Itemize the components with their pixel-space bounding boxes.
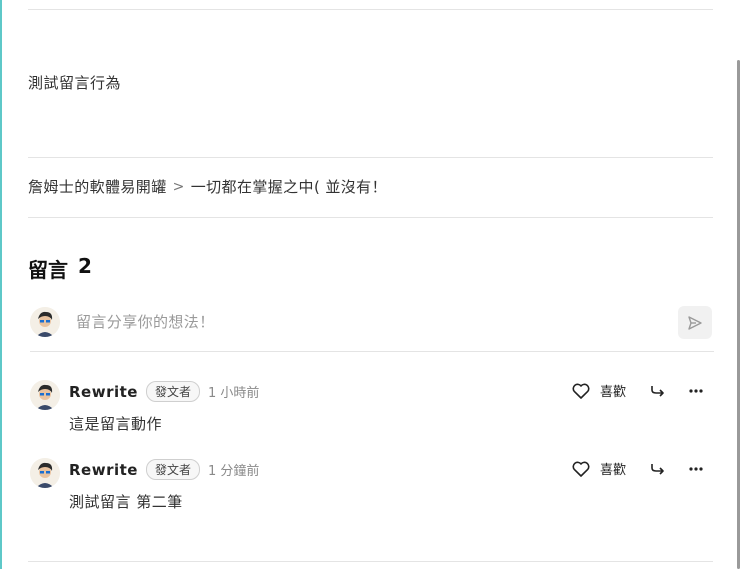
avatar (30, 380, 60, 410)
comment-input[interactable] (74, 307, 638, 337)
author-badge: 發文者 (145, 459, 200, 480)
divider-bottom (28, 561, 713, 562)
breadcrumb-current[interactable]: 一切都在掌握之中( 並沒有！ (191, 176, 387, 197)
comments-heading: 留言 2 (28, 254, 92, 283)
avatar (30, 307, 60, 337)
avatar (30, 458, 60, 488)
more-options-icon[interactable] (688, 466, 704, 472)
send-button[interactable] (678, 306, 712, 339)
reply-icon[interactable] (650, 383, 666, 399)
comment-author[interactable]: Rewrite (69, 461, 138, 479)
comment-actions: 喜歡 (572, 381, 704, 400)
divider (28, 217, 713, 218)
like-button[interactable]: 喜歡 (572, 459, 626, 478)
comment-actions: 喜歡 (572, 459, 704, 478)
comments-count: 2 (78, 254, 92, 278)
divider-top (28, 9, 713, 10)
heart-icon (572, 461, 590, 477)
author-badge: 發文者 (145, 381, 200, 402)
comment-time: 1 小時前 (207, 386, 260, 401)
breadcrumb: 詹姆士的軟體易開罐 > 一切都在掌握之中( 並沒有！ (28, 176, 387, 197)
comment-text: 這是留言動作 (69, 415, 163, 433)
divider (28, 157, 713, 158)
breadcrumb-parent-link[interactable]: 詹姆士的軟體易開罐 (28, 176, 167, 197)
comment-header: Rewrite 發文者 1 分鐘前 (69, 459, 259, 480)
comment-text: 測試留言 第二筆 (69, 493, 183, 511)
more-options-icon[interactable] (688, 388, 704, 394)
send-icon (687, 315, 703, 331)
like-label: 喜歡 (599, 463, 626, 478)
post-body-text: 測試留言行為 (28, 74, 122, 92)
comment-composer (30, 303, 714, 352)
like-label: 喜歡 (599, 385, 626, 400)
comment-time: 1 分鐘前 (207, 464, 260, 479)
comments-title-label: 留言 (28, 258, 68, 282)
comment-item: Rewrite 發文者 1 小時前 喜歡 這是留言動作 (30, 380, 714, 450)
heart-icon (572, 383, 590, 399)
like-button[interactable]: 喜歡 (572, 381, 626, 400)
page-frame: 測試留言行為 詹姆士的軟體易開罐 > 一切都在掌握之中( 並沒有！ 留言 2 留… (0, 0, 740, 569)
comment-header: Rewrite 發文者 1 小時前 (69, 381, 259, 402)
reply-icon[interactable] (650, 461, 666, 477)
comment-author[interactable]: Rewrite (69, 383, 138, 401)
breadcrumb-separator: > (172, 178, 185, 195)
comment-item: Rewrite 發文者 1 分鐘前 喜歡 測試留言 第二筆 (30, 458, 714, 528)
